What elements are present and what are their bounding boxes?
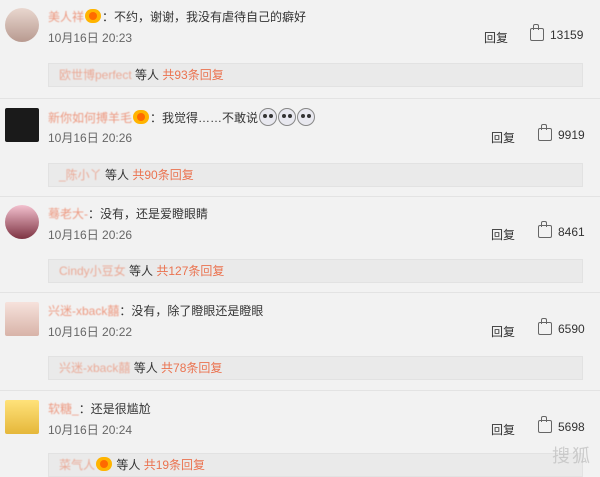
- vip-badge-icon: [96, 457, 113, 471]
- divider: [0, 292, 600, 293]
- sub-replies-box[interactable]: 兴迷-xback囍 等人 共78条回复: [48, 356, 583, 380]
- avatar[interactable]: [5, 302, 39, 336]
- comment-date: 10月16日 20:22: [48, 325, 133, 339]
- username-link[interactable]: 兴迷-xback囍: [48, 304, 119, 318]
- sub-replies-box[interactable]: 欧世博perfect 等人 共93条回复: [48, 63, 583, 87]
- thumbs-up-icon: [530, 24, 544, 41]
- sub-replies-box[interactable]: _陈小丫 等人 共90条回复: [48, 163, 583, 187]
- emoji-icon: [259, 108, 278, 126]
- sub-reply-mid: 等人: [130, 361, 162, 375]
- emoji-icon: [297, 108, 316, 126]
- reply-button[interactable]: 回复: [491, 129, 515, 146]
- comment-item: 美人祥 ：不约，谢谢，我没有虐待自己的癖好 10月16日 20:23 回复 131…: [0, 0, 600, 94]
- comment-text: ：没有，除了瞪眼还是瞪眼: [119, 304, 264, 318]
- comment-text-line: 新你如何搏羊毛 ：我觉得……不敢说: [48, 108, 316, 127]
- comment-item: 新你如何搏羊毛 ：我觉得……不敢说 10月16日 20:26 回复 9919 _陈…: [0, 100, 600, 194]
- sub-reply-count[interactable]: 共127条回复: [156, 264, 224, 278]
- sub-replies-box[interactable]: Cindy小豆女 等人 共127条回复: [48, 259, 583, 283]
- comment-text-line: 兴迷-xback囍：没有，除了瞪眼还是瞪眼: [48, 302, 263, 320]
- username-link[interactable]: 软糖_: [48, 402, 79, 416]
- username-link[interactable]: 新你如何搏羊毛: [48, 111, 132, 125]
- comment-text-line: 美人祥 ：不约，谢谢，我没有虐待自己的癖好: [48, 8, 306, 26]
- comment-text-line: 软糖_：还是很尴尬: [48, 400, 151, 418]
- reply-button[interactable]: 回复: [491, 323, 515, 340]
- vip-badge-icon: [85, 9, 102, 23]
- reply-button[interactable]: 回复: [484, 29, 508, 46]
- sub-reply-count[interactable]: 共78条回复: [161, 361, 222, 375]
- comment-item: 蓦老大-：没有，还是爱瞪眼睛 10月16日 20:26 回复 8461 Cind…: [0, 197, 600, 291]
- sub-replies-box[interactable]: 菜气人 等人 共19条回复: [48, 453, 583, 477]
- avatar[interactable]: [5, 205, 39, 239]
- sub-reply-user[interactable]: 兴迷-xback囍: [59, 361, 130, 375]
- comment-date: 10月16日 20:26: [48, 131, 133, 145]
- username-link[interactable]: 蓦老大-: [48, 207, 88, 221]
- comment-item: 兴迷-xback囍：没有，除了瞪眼还是瞪眼 10月16日 20:22 回复 65…: [0, 294, 600, 388]
- thumbs-up-icon: [538, 221, 552, 238]
- avatar[interactable]: [5, 400, 39, 434]
- like-count: 6590: [558, 322, 585, 336]
- sub-reply-mid: 等人: [113, 458, 144, 472]
- comment-text: ：我觉得……不敢说: [150, 111, 259, 125]
- like-button[interactable]: 5698: [538, 416, 585, 434]
- comment-date: 10月16日 20:23: [48, 31, 133, 45]
- comment-text-line: 蓦老大-：没有，还是爱瞪眼睛: [48, 205, 208, 223]
- sub-reply-count[interactable]: 共19条回复: [144, 458, 205, 472]
- thumbs-up-icon: [538, 124, 552, 141]
- thumbs-up-icon: [538, 318, 552, 335]
- thumbs-up-icon: [538, 416, 552, 433]
- sub-reply-user[interactable]: 欧世博perfect: [59, 68, 132, 82]
- comment-text: ：不约，谢谢，我没有虐待自己的癖好: [102, 10, 307, 24]
- vip-badge-icon: [133, 110, 150, 124]
- like-button[interactable]: 6590: [538, 318, 585, 336]
- avatar[interactable]: [5, 8, 39, 42]
- divider: [0, 390, 600, 391]
- sub-reply-mid: 等人: [125, 264, 157, 278]
- sub-reply-count[interactable]: 共90条回复: [132, 168, 193, 182]
- like-button[interactable]: 8461: [538, 221, 585, 239]
- username-link[interactable]: 美人祥: [48, 10, 84, 24]
- like-button[interactable]: 13159: [530, 24, 584, 42]
- like-count: 9919: [558, 128, 585, 142]
- sub-reply-user[interactable]: Cindy小豆女: [59, 264, 126, 278]
- sub-reply-user[interactable]: 菜气人: [59, 458, 95, 472]
- avatar[interactable]: [5, 108, 39, 142]
- comment-date: 10月16日 20:24: [48, 423, 133, 437]
- reply-button[interactable]: 回复: [491, 226, 515, 243]
- reply-button[interactable]: 回复: [491, 421, 515, 438]
- emoji-icon: [278, 108, 297, 126]
- like-count: 13159: [550, 28, 584, 42]
- sub-reply-user[interactable]: _陈小丫: [59, 168, 102, 182]
- sub-reply-count[interactable]: 共93条回复: [162, 68, 223, 82]
- watermark: 搜狐: [552, 446, 592, 466]
- comment-text: ：没有，还是爱瞪眼睛: [88, 207, 209, 221]
- like-count: 8461: [558, 225, 585, 239]
- comment-date: 10月16日 20:26: [48, 228, 133, 242]
- comment-item: 软糖_：还是很尴尬 10月16日 20:24 回复 5698 菜气人 等人 共1…: [0, 392, 600, 477]
- like-button[interactable]: 9919: [538, 124, 585, 142]
- like-count: 5698: [558, 420, 585, 434]
- divider: [0, 98, 600, 99]
- comment-text: ：还是很尴尬: [78, 402, 151, 416]
- sub-reply-mid: 等人: [131, 68, 163, 82]
- sub-reply-mid: 等人: [101, 168, 133, 182]
